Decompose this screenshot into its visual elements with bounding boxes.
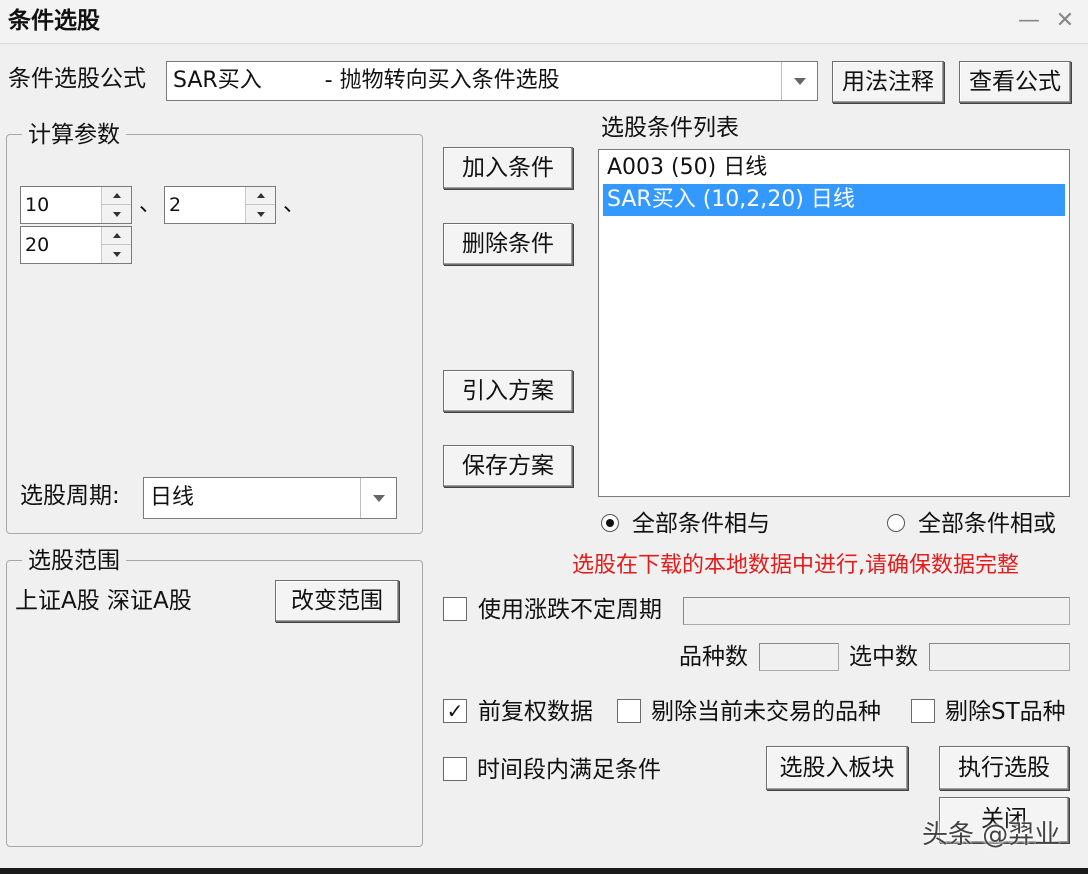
irregular-period-field bbox=[683, 597, 1070, 625]
chevron-down-icon bbox=[793, 77, 806, 85]
view-formula-button[interactable]: 查看公式 bbox=[959, 61, 1071, 103]
data-warning: 选股在下载的本地数据中进行,请确保数据完整 bbox=[572, 553, 1019, 578]
param-separator: 、 bbox=[283, 192, 306, 217]
exclude-untraded-label[interactable]: 剔除当前未交易的品种 bbox=[651, 697, 881, 727]
irregular-period-checkbox[interactable] bbox=[443, 597, 467, 621]
exclude-untraded-checkbox[interactable] bbox=[617, 699, 641, 723]
selected-count-label: 选中数 bbox=[849, 644, 918, 670]
formula-label: 条件选股公式 bbox=[8, 66, 146, 92]
or-radio-label[interactable]: 全部条件相或 bbox=[918, 509, 1056, 539]
period-label: 选股周期: bbox=[20, 483, 120, 509]
formula-dropdown-button[interactable] bbox=[781, 62, 817, 100]
or-radio[interactable] bbox=[887, 514, 905, 532]
conditions-list[interactable]: A003 (50) 日线 SAR买入 (10,2,20) 日线 bbox=[598, 149, 1070, 497]
change-scope-button[interactable]: 改变范围 bbox=[275, 580, 399, 622]
formula-select-value: SAR买入 - 抛物转向买入条件选股 bbox=[173, 68, 560, 93]
spin-up-icon[interactable] bbox=[102, 227, 131, 245]
delete-condition-button[interactable]: 删除条件 bbox=[443, 223, 573, 265]
check-icon: ✓ bbox=[446, 699, 464, 723]
watermark: 头条 @羿业 bbox=[922, 820, 1061, 850]
usage-notes-button[interactable]: 用法注释 bbox=[832, 61, 944, 103]
and-radio[interactable] bbox=[601, 514, 619, 532]
spin-up-icon[interactable] bbox=[246, 187, 275, 205]
spin-down-icon[interactable] bbox=[246, 205, 275, 223]
scope-group-label: 选股范围 bbox=[22, 547, 126, 575]
variety-count-label: 品种数 bbox=[679, 644, 748, 670]
conditions-label: 选股条件列表 bbox=[601, 115, 739, 141]
param-separator: 、 bbox=[139, 192, 162, 217]
period-select[interactable]: 日线 bbox=[143, 477, 397, 519]
spin-down-icon[interactable] bbox=[102, 205, 131, 223]
variety-count-field bbox=[759, 643, 839, 671]
exclude-st-label[interactable]: 剔除ST品种 bbox=[945, 697, 1066, 727]
param-spinner-2[interactable]: 2 bbox=[164, 186, 276, 224]
import-scheme-button[interactable]: 引入方案 bbox=[443, 370, 573, 412]
time-range-checkbox[interactable] bbox=[443, 757, 467, 781]
spin-down-icon[interactable] bbox=[102, 245, 131, 263]
param-value-1: 10 bbox=[25, 194, 50, 216]
window-title: 条件选股 bbox=[8, 8, 100, 34]
minimize-icon[interactable]: — bbox=[1014, 8, 1044, 34]
bottom-strip bbox=[0, 868, 1088, 874]
chevron-down-icon bbox=[372, 494, 385, 502]
list-item[interactable]: A003 (50) 日线 bbox=[603, 152, 1065, 184]
irregular-period-label[interactable]: 使用涨跌不定周期 bbox=[478, 595, 662, 625]
list-item-selected[interactable]: SAR买入 (10,2,20) 日线 bbox=[603, 184, 1065, 216]
execute-button[interactable]: 执行选股 bbox=[939, 746, 1069, 790]
param-value-3: 20 bbox=[25, 234, 50, 256]
exclude-st-checkbox[interactable] bbox=[911, 699, 935, 723]
spin-up-icon[interactable] bbox=[102, 187, 131, 205]
title-bar: 条件选股 — ✕ bbox=[0, 0, 1088, 44]
save-scheme-button[interactable]: 保存方案 bbox=[443, 445, 573, 487]
adjust-label[interactable]: 前复权数据 bbox=[478, 697, 593, 727]
add-condition-button[interactable]: 加入条件 bbox=[443, 147, 573, 189]
time-range-label[interactable]: 时间段内满足条件 bbox=[477, 755, 661, 785]
and-radio-label[interactable]: 全部条件相与 bbox=[632, 509, 770, 539]
close-icon[interactable]: ✕ bbox=[1050, 8, 1080, 34]
param-value-2: 2 bbox=[169, 194, 182, 216]
period-dropdown-button[interactable] bbox=[360, 478, 396, 518]
scope-value: 上证A股 深证A股 bbox=[15, 588, 192, 614]
param-spinner-1[interactable]: 10 bbox=[20, 186, 132, 224]
params-group-label: 计算参数 bbox=[22, 121, 126, 149]
formula-select[interactable]: SAR买入 - 抛物转向买入条件选股 bbox=[166, 61, 818, 101]
adjust-checkbox[interactable]: ✓ bbox=[443, 699, 467, 723]
selected-count-field bbox=[929, 643, 1070, 671]
period-select-value: 日线 bbox=[150, 485, 195, 510]
param-spinner-3[interactable]: 20 bbox=[20, 226, 132, 264]
to-block-button[interactable]: 选股入板块 bbox=[766, 746, 908, 790]
